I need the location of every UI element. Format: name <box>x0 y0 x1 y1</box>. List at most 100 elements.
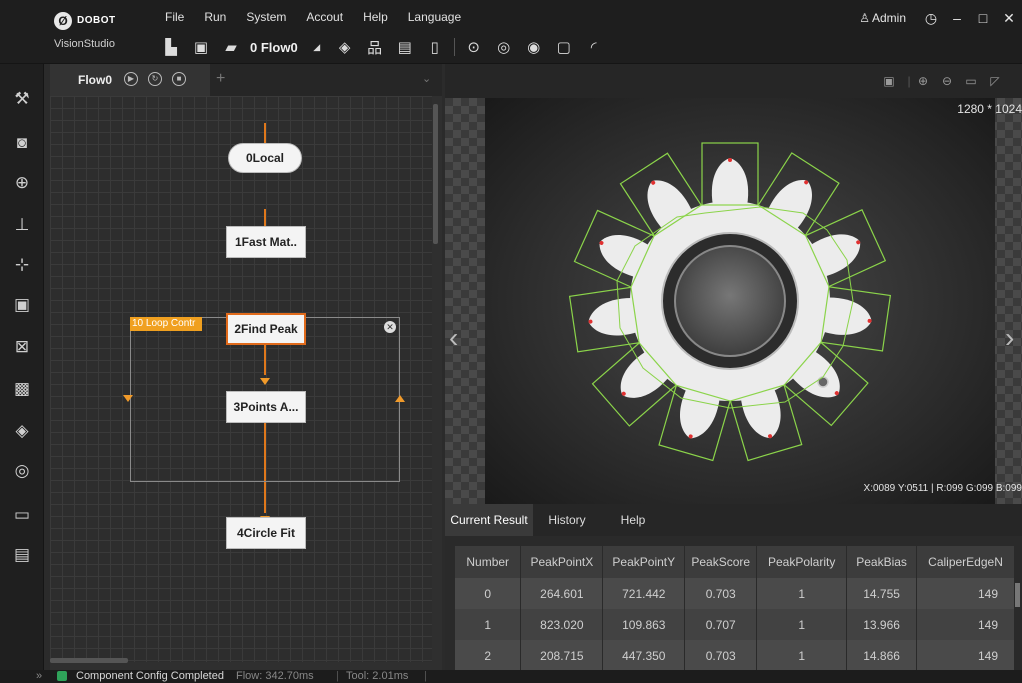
run-once-icon[interactable]: ⊙ <box>463 36 485 58</box>
function-icon[interactable]: ▢ <box>553 36 575 58</box>
menu-account[interactable]: Accout <box>306 10 343 28</box>
network-icon[interactable]: 品 <box>364 36 386 58</box>
add-flow-icon[interactable]: + <box>216 70 225 88</box>
menu-file[interactable]: File <box>165 10 184 28</box>
previous-image-icon[interactable]: ‹ <box>449 322 458 354</box>
maximize-icon[interactable]: □ <box>970 10 996 26</box>
column-header[interactable]: PeakPointY <box>602 546 686 578</box>
menu-language[interactable]: Language <box>408 10 461 28</box>
results-tabs: Current Result History Help <box>445 504 1022 536</box>
table-cell: 1 <box>455 609 522 640</box>
table-cell: 1 <box>756 609 848 640</box>
locate-icon[interactable]: ⊕ <box>7 168 37 198</box>
communication-icon[interactable]: ▤ <box>7 540 37 570</box>
loop-label[interactable]: 10 Loop Contr <box>130 317 202 331</box>
table-cell: 264.601 <box>520 578 604 609</box>
node-0-local[interactable]: 0Local <box>228 143 302 173</box>
column-header[interactable]: PeakPointX <box>520 546 604 578</box>
results-scrollbar[interactable] <box>1015 583 1020 607</box>
caliper-icon[interactable]: ⊹ <box>7 250 37 280</box>
node-1-fast-match[interactable]: 1Fast Mat.. <box>226 226 306 258</box>
column-header[interactable]: PeakBias <box>846 546 918 578</box>
next-image-icon[interactable]: › <box>1005 322 1014 354</box>
layers-icon[interactable]: ◈ <box>334 36 356 58</box>
tab-current-result[interactable]: Current Result <box>445 504 533 536</box>
tab-history[interactable]: History <box>537 504 597 536</box>
app-logo: Ø DOBOT VisionStudio <box>50 8 140 56</box>
loop-arrow-down-icon <box>123 395 133 402</box>
variable-icon[interactable]: ▤ <box>394 36 416 58</box>
camera-icon[interactable]: ◙ <box>7 128 37 158</box>
flow-stop-icon[interactable]: ■ <box>172 72 186 86</box>
flow-canvas[interactable]: 10 Loop Contr ✕ 0Local 1Fast Mat.. 2Find… <box>50 96 432 662</box>
save-icon[interactable]: ▣ <box>190 36 212 58</box>
canvas-vertical-scrollbar[interactable] <box>433 104 438 244</box>
flow-run-once-icon[interactable]: ▶ <box>124 72 138 86</box>
flow-select[interactable]: 0 Flow0 <box>250 40 298 55</box>
table-cell: 2 <box>455 640 522 671</box>
history-icon[interactable]: ◷ <box>918 10 944 27</box>
table-cell: 149 <box>916 640 1015 671</box>
table-cell: 149 <box>916 609 1015 640</box>
measure-icon[interactable]: ⊥ <box>7 210 37 240</box>
chevron-down-icon[interactable]: ⌄ <box>422 72 431 85</box>
table-cell: 109.863 <box>602 609 686 640</box>
color-icon[interactable]: ◈ <box>7 416 37 446</box>
image-process-icon[interactable]: ▩ <box>7 374 37 404</box>
table-cell: 0.703 <box>684 578 758 609</box>
table-row[interactable]: 1 823.020 109.863 0.707 1 13.966 149 <box>455 609 1015 640</box>
table-cell: 13.966 <box>846 609 918 640</box>
menu-run[interactable]: Run <box>204 10 226 28</box>
dobot-logo-icon: Ø <box>54 12 72 30</box>
table-row[interactable]: 0 264.601 721.442 0.703 1 14.755 149 <box>455 578 1015 609</box>
node-4-circle-fit[interactable]: 4Circle Fit <box>226 517 306 549</box>
column-header[interactable]: Number <box>455 546 522 578</box>
camera-map-icon[interactable]: ▯ <box>424 36 446 58</box>
menu-help[interactable]: Help <box>363 10 388 28</box>
column-header[interactable]: CaliperEdgeN <box>916 546 1015 578</box>
loop-close-icon[interactable]: ✕ <box>384 321 396 333</box>
fit-window-icon[interactable]: ▣ <box>881 74 897 88</box>
flow-tab[interactable]: Flow0 ▶ ↻ ■ <box>50 64 210 96</box>
column-header[interactable]: PeakScore <box>684 546 758 578</box>
brand-name: DOBOT <box>77 15 116 26</box>
menu-bar: File Run System Accout Help Language <box>165 10 481 28</box>
robot-arm-icon[interactable]: ◜ <box>583 36 605 58</box>
node-2-find-peak[interactable]: 2Find Peak <box>226 313 306 345</box>
flow-time: Flow: 342.70ms <box>236 670 314 682</box>
node-3-points-align[interactable]: 3Points A... <box>226 391 306 423</box>
dropdown-icon[interactable]: ◢ <box>306 36 328 58</box>
table-cell: 1 <box>756 578 848 609</box>
gear-hub <box>674 245 786 357</box>
minimize-icon[interactable]: – <box>944 10 970 26</box>
column-header[interactable]: PeakPolarity <box>756 546 848 578</box>
recognition-icon[interactable]: ▣ <box>7 290 37 320</box>
canvas-horizontal-scrollbar[interactable] <box>50 658 128 663</box>
zoom-in-icon[interactable]: ⊕ <box>915 74 931 88</box>
image-viewer[interactable]: ‹ › <box>445 98 1022 504</box>
user-name[interactable]: Admin <box>872 11 906 25</box>
toolbar-divider <box>453 38 455 56</box>
expand-icon[interactable]: » <box>36 670 42 683</box>
deep-learning-icon[interactable]: ◎ <box>7 456 37 486</box>
flow-run-loop-icon[interactable]: ↻ <box>148 72 162 86</box>
calibrate-icon[interactable]: ⊠ <box>7 332 37 362</box>
stop-icon[interactable]: ◉ <box>523 36 545 58</box>
actual-size-icon[interactable]: ▭ <box>963 74 979 88</box>
tab-help[interactable]: Help <box>607 504 659 536</box>
fullscreen-icon[interactable]: ◸ <box>987 74 1003 88</box>
table-cell: 447.350 <box>602 640 686 671</box>
menu-system[interactable]: System <box>246 10 286 28</box>
tools-icon[interactable]: ⚒ <box>7 84 37 114</box>
table-cell: 149 <box>916 578 1015 609</box>
new-solution-icon[interactable]: ▙ <box>160 36 182 58</box>
product-name: VisionStudio <box>54 38 115 50</box>
zoom-out-icon[interactable]: ⊖ <box>939 74 955 88</box>
open-folder-icon[interactable]: ▰ <box>220 36 242 58</box>
run-loop-icon[interactable]: ◎ <box>493 36 515 58</box>
user-icon[interactable]: ♙ <box>859 11 870 25</box>
logic-if-icon[interactable]: ▭ <box>7 500 37 530</box>
table-row[interactable]: 2 208.715 447.350 0.703 1 14.866 149 <box>455 640 1015 671</box>
table-cell: 14.866 <box>846 640 918 671</box>
close-icon[interactable]: ✕ <box>996 10 1022 27</box>
